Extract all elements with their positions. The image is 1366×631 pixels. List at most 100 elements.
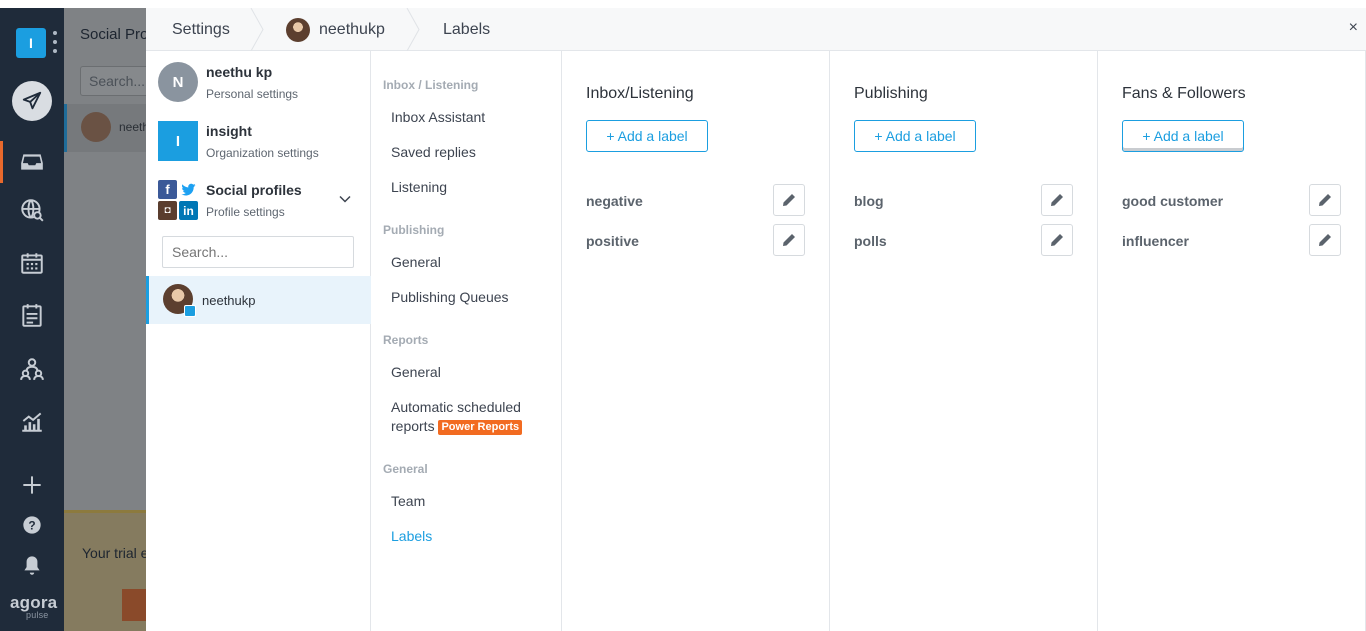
column-title: Fans & Followers: [1122, 85, 1246, 102]
edit-label-button[interactable]: [1041, 184, 1073, 216]
add-label-button[interactable]: + Add a label: [854, 120, 976, 152]
social-profiles-title: Social profiles: [206, 182, 302, 198]
label-item: positive: [586, 224, 806, 256]
brand-logo: agora pulse: [10, 593, 58, 620]
pencil-icon: [783, 234, 795, 246]
avatar: N: [158, 62, 198, 102]
add-icon[interactable]: [14, 467, 50, 503]
label-name: influencer: [1122, 233, 1189, 249]
reports-icon[interactable]: [14, 403, 50, 439]
edit-label-button[interactable]: [1309, 224, 1341, 256]
social-profiles-sub: Profile settings: [206, 205, 285, 219]
breadcrumb-labels: Labels: [443, 20, 491, 38]
label-name: positive: [586, 233, 639, 249]
power-reports-badge: Power Reports: [438, 420, 523, 435]
labels-column-fans-followers: Fans & Followers + Add a label good cust…: [1098, 51, 1366, 631]
listening-icon[interactable]: [14, 192, 50, 228]
menu-section-general: General: [383, 462, 428, 476]
avatar: [81, 112, 111, 142]
profile-search-input[interactable]: [162, 236, 354, 268]
chevron-down-icon[interactable]: [338, 192, 352, 206]
facebook-icon: f: [158, 180, 177, 199]
selected-profile-item[interactable]: neethukp: [146, 276, 371, 324]
users-icon[interactable]: [14, 351, 50, 387]
organization-sub: Organization settings: [206, 146, 319, 160]
menu-section-reports: Reports: [383, 333, 429, 347]
background-panel: Social Profiles Search... neethukp Your …: [64, 8, 146, 631]
menu-section-publishing: Publishing: [383, 223, 445, 237]
background-profile-row: neethukp: [64, 104, 146, 152]
background-trial-banner: Your trial ends: [64, 510, 146, 631]
pencil-icon: [1319, 234, 1331, 246]
labels-column-inbox: Inbox/Listening + Add a label negative p…: [562, 51, 830, 631]
label-item: good customer: [1122, 184, 1342, 216]
label-item: negative: [586, 184, 806, 216]
pencil-icon: [1051, 234, 1063, 246]
svg-text:?: ?: [28, 518, 35, 532]
calendar-icon[interactable]: [14, 245, 50, 281]
add-label-button[interactable]: + Add a label: [586, 120, 708, 152]
social-networks-icon: f ◘ in: [158, 180, 198, 220]
breadcrumb-separator: [406, 8, 420, 51]
pencil-icon: [1319, 194, 1331, 206]
breadcrumb-profile[interactable]: neethukp: [286, 8, 385, 51]
breadcrumb-settings[interactable]: Settings: [172, 8, 230, 51]
menu-item-saved-replies[interactable]: Saved replies: [391, 143, 476, 162]
organization-settings-item[interactable]: I insight Organization settings: [158, 119, 368, 163]
selected-profile-name: neethukp: [202, 293, 256, 308]
menu-item-publishing-queues[interactable]: Publishing Queues: [391, 288, 509, 307]
settings-menu: Inbox / Listening Inbox Assistant Saved …: [371, 51, 562, 631]
twitter-icon: [184, 305, 196, 317]
bell-icon[interactable]: [14, 547, 50, 583]
linkedin-icon: in: [179, 201, 198, 220]
column-title: Publishing: [854, 85, 928, 102]
label-name: good customer: [1122, 193, 1224, 209]
label-name: blog: [854, 193, 884, 209]
label-name: polls: [854, 233, 887, 249]
personal-sub: Personal settings: [206, 87, 299, 101]
publishing-list-icon[interactable]: [14, 297, 50, 333]
workspace-more-icon[interactable]: [52, 31, 58, 53]
workspace-badge[interactable]: I: [16, 28, 46, 58]
edit-label-button[interactable]: [773, 184, 805, 216]
personal-settings-item[interactable]: N neethu kp Personal settings: [158, 60, 368, 104]
social-profiles-item[interactable]: f ◘ in Social profiles Profile settings: [158, 178, 368, 222]
breadcrumb-separator: [250, 8, 264, 51]
edit-label-button[interactable]: [773, 224, 805, 256]
twitter-icon: [179, 180, 198, 199]
trial-button: [122, 589, 146, 621]
menu-section-inbox: Inbox / Listening: [383, 78, 479, 92]
organization-avatar: I: [158, 121, 198, 161]
menu-item-reports-general[interactable]: General: [391, 363, 441, 382]
menu-item-inbox-assistant[interactable]: Inbox Assistant: [391, 108, 485, 127]
label-item: polls: [854, 224, 1074, 256]
help-icon[interactable]: ?: [14, 507, 50, 543]
compose-icon[interactable]: [12, 81, 52, 121]
instagram-icon: ◘: [158, 201, 177, 220]
menu-item-automatic-scheduled-reports[interactable]: Automatic scheduled reports Power Report…: [391, 398, 523, 436]
personal-name: neethu kp: [206, 64, 273, 80]
menu-item-listening[interactable]: Listening: [391, 178, 447, 197]
edit-label-button[interactable]: [1309, 184, 1341, 216]
label-name: negative: [586, 193, 643, 209]
background-title: Social Profiles: [80, 26, 146, 43]
organization-name: insight: [206, 123, 252, 139]
menu-item-labels[interactable]: Labels: [391, 527, 432, 546]
inbox-icon[interactable]: [14, 144, 50, 180]
trial-text: Your trial ends: [82, 545, 146, 561]
background-search: Search...: [80, 66, 146, 96]
app-sidebar: I ? agora pulse: [0, 8, 64, 631]
label-item: blog: [854, 184, 1074, 216]
nav-active-indicator: [0, 141, 3, 183]
menu-item-team[interactable]: Team: [391, 492, 425, 511]
breadcrumb: Settings neethukp Labels ×: [146, 8, 1366, 51]
edit-label-button[interactable]: [1041, 224, 1073, 256]
add-label-button[interactable]: + Add a label: [1122, 120, 1244, 152]
pencil-icon: [1051, 194, 1063, 206]
pencil-icon: [783, 194, 795, 206]
avatar: [163, 284, 196, 317]
menu-item-publishing-general[interactable]: General: [391, 253, 441, 272]
accounts-column: N neethu kp Personal settings I insight …: [146, 51, 371, 631]
background-profile-name: neethukp: [119, 120, 146, 134]
close-icon[interactable]: ×: [1349, 20, 1358, 36]
